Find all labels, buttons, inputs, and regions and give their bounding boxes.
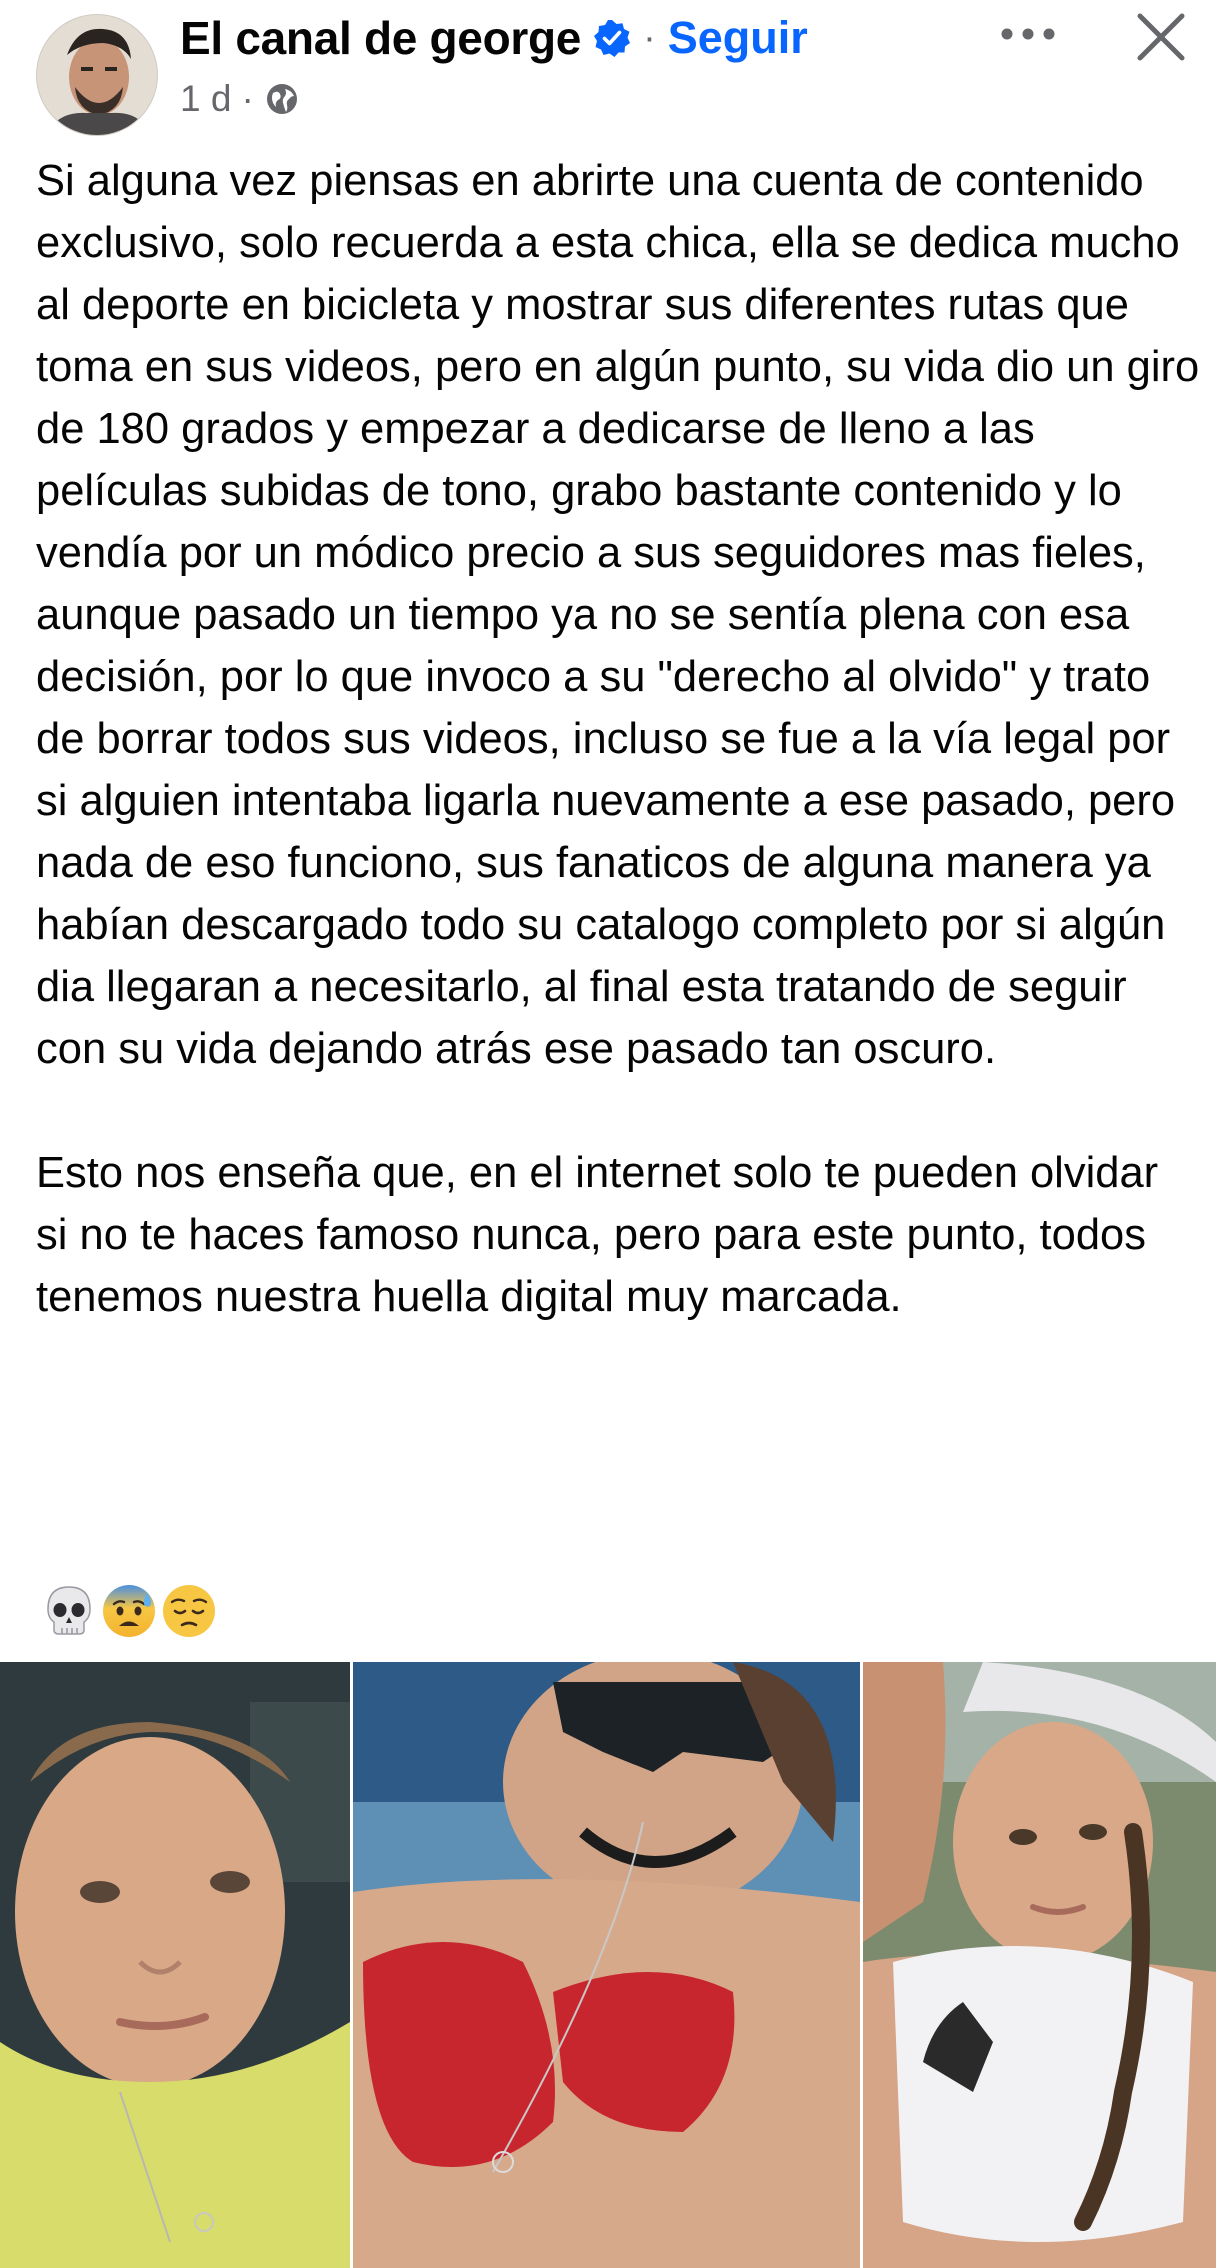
header-separator: · [643, 16, 656, 59]
photo-3[interactable] [863, 1662, 1216, 2268]
post-meta: 1 d · [180, 74, 300, 124]
photo-1[interactable] [0, 1662, 350, 2268]
follow-button[interactable]: Seguir [668, 12, 808, 64]
author-avatar[interactable] [36, 14, 158, 136]
close-icon [1135, 11, 1187, 68]
skull-emoji-icon [40, 1582, 98, 1640]
close-button[interactable] [1128, 6, 1194, 72]
more-options-icon [1000, 27, 1056, 46]
more-options-button[interactable] [990, 6, 1066, 66]
verified-badge-icon [593, 19, 631, 57]
post-header: El canal de george · Seguir 1 d · [0, 0, 1219, 150]
photo-2[interactable] [353, 1662, 860, 2268]
post-time[interactable]: 1 d [180, 78, 231, 120]
author-name[interactable]: El canal de george [180, 11, 581, 65]
meta-separator: · [241, 78, 254, 119]
anxious-sweat-emoji-icon [100, 1582, 158, 1640]
photo-grid [0, 1662, 1219, 2268]
post-paragraph-2: Esto nos enseña que, en el internet solo… [36, 1149, 1171, 1321]
post-body: Si alguna vez piensas en abrirte una cue… [36, 150, 1201, 1328]
globe-icon [264, 81, 300, 117]
author-row: El canal de george · Seguir [180, 6, 808, 70]
emoji-row [40, 1580, 218, 1642]
pensive-emoji-icon [160, 1582, 218, 1640]
post-paragraph-1: Si alguna vez piensas en abrirte una cue… [36, 157, 1212, 1073]
